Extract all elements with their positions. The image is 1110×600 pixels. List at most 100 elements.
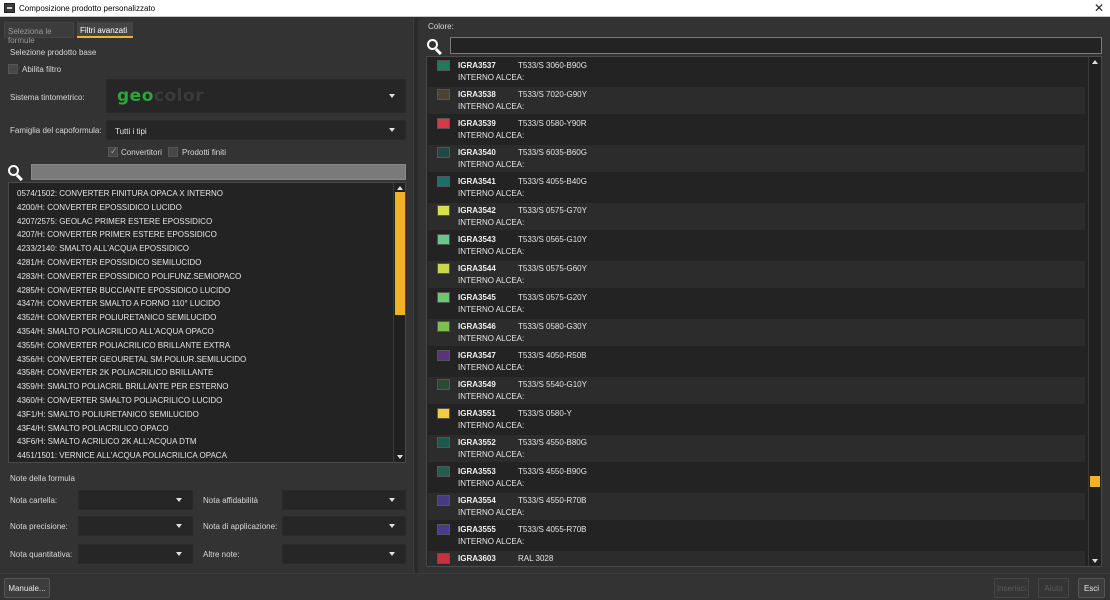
color-swatch — [437, 524, 450, 535]
scroll-up-icon[interactable] — [1092, 60, 1098, 64]
chevron-down-icon — [389, 94, 395, 98]
color-row[interactable]: IGRA3543 T533/S 0565-G10Y INTERNO ALCEA: — [428, 232, 1085, 259]
product-search-input[interactable] — [31, 164, 406, 180]
left-panel: Seleziona le formule Filtri avanzati Sel… — [0, 18, 413, 573]
color-swatch — [437, 437, 450, 448]
list-item[interactable]: 4207/2575: GEOLAC PRIMER ESTERE EPOSSIDI… — [9, 215, 391, 229]
color-description: INTERNO ALCEA: — [458, 247, 525, 256]
color-reference: T533/S 4550-B90G — [518, 467, 587, 476]
scroll-down-icon[interactable] — [397, 455, 403, 459]
scroll-thumb[interactable] — [395, 192, 405, 315]
color-row[interactable]: IGRA3547 T533/S 4050-R50B INTERNO ALCEA: — [428, 348, 1085, 375]
note-other-combo[interactable] — [282, 544, 406, 564]
list-item[interactable]: 4352/H: CONVERTER POLIURETANICO SEMILUCI… — [9, 311, 391, 325]
system-combo[interactable]: geocolor — [106, 79, 406, 113]
tab-advanced-filters[interactable]: Filtri avanzati — [77, 22, 133, 38]
list-item[interactable]: 4347/H: CONVERTER SMALTO A FORNO 110° LU… — [9, 297, 391, 311]
note-precision-combo[interactable] — [78, 516, 193, 536]
list-item[interactable]: 43F1/H: SMALTO POLIURETANICO SEMILUCIDO — [9, 408, 391, 422]
search-icon — [8, 165, 24, 182]
color-swatch — [437, 205, 450, 216]
list-item[interactable]: 4451/1501: VERNICE ALL'ACQUA POLIACRILIC… — [9, 449, 391, 462]
list-item[interactable]: 4207/H: CONVERTER PRIMER ESTERE EPOSSIDI… — [9, 228, 391, 242]
note-application-combo[interactable] — [282, 516, 406, 536]
color-code: IGRA3553 — [458, 467, 496, 476]
color-row[interactable]: IGRA3541 T533/S 4055-B40G INTERNO ALCEA: — [428, 174, 1085, 201]
color-search-input[interactable] — [450, 37, 1102, 54]
note-precision-label: Nota precisione: — [10, 522, 68, 531]
close-icon[interactable]: ✕ — [1094, 1, 1104, 15]
note-folder-combo[interactable] — [78, 490, 193, 510]
scroll-down-icon[interactable] — [1092, 559, 1098, 563]
color-description: INTERNO ALCEA: — [458, 305, 525, 314]
list-item[interactable]: 4354/H: SMALTO POLIACRILICO ALL'ACQUA OP… — [9, 325, 391, 339]
list-item[interactable]: 4356/H: CONVERTER GEOURETAL SM.POLIUR.SE… — [9, 353, 391, 367]
window-titlebar: Composizione prodotto personalizzato ✕ — [0, 0, 1110, 17]
product-list-scrollbar[interactable] — [393, 183, 405, 462]
color-description: INTERNO ALCEA: — [458, 421, 525, 430]
color-row[interactable]: IGRA3552 T533/S 4550-B80G INTERNO ALCEA: — [428, 435, 1085, 462]
color-list: IGRA3537 T533/S 3060-B90G INTERNO ALCEA: IG… — [426, 56, 1102, 567]
color-row[interactable]: IGRA3546 T533/S 0580-G30Y INTERNO ALCEA: — [428, 319, 1085, 346]
list-item[interactable]: 4285/H: CONVERTER BUCCIANTE EPOSSIDICO L… — [9, 284, 391, 298]
list-item[interactable]: 4360/H: CONVERTER SMALTO POLIACRILICO LU… — [9, 394, 391, 408]
color-row[interactable]: IGRA3537 T533/S 3060-B90G INTERNO ALCEA: — [428, 58, 1085, 85]
chevron-down-icon — [176, 498, 182, 502]
color-row[interactable]: IGRA3554 T533/S 4550-R70B INTERNO ALCEA: — [428, 493, 1085, 520]
color-code: IGRA3538 — [458, 90, 496, 99]
color-row[interactable]: IGRA3549 T533/S 5540-G10Y INTERNO ALCEA: — [428, 377, 1085, 404]
insert-button[interactable]: Inserisci — [994, 578, 1029, 598]
enable-filter-checkbox[interactable] — [8, 64, 18, 74]
list-item[interactable]: 43F6/H: SMALTO ACRILICO 2K ALL'ACQUA DTM — [9, 435, 391, 449]
right-panel: Colore: IGRA3537 T533/S 3060-B90G INTERNO … — [418, 18, 1110, 573]
color-row[interactable]: IGRA3551 T533/S 0580-Y INTERNO ALCEA: — [428, 406, 1085, 433]
list-item[interactable]: 4233/2140: SMALTO ALL'ACQUA EPOSSIDICO — [9, 242, 391, 256]
list-item[interactable]: 43F4/H: SMALTO POLIACRILICO OPACO — [9, 422, 391, 436]
color-row[interactable]: IGRA3539 T533/S 0580-Y90R INTERNO ALCEA: — [428, 116, 1085, 143]
color-reference: T533/S 4050-R50B — [518, 351, 587, 360]
color-reference: T533/S 4055-R70B — [518, 525, 587, 534]
color-swatch — [437, 350, 450, 361]
color-row[interactable]: IGRA3542 T533/S 0575-G70Y INTERNO ALCEA: — [428, 203, 1085, 230]
list-item[interactable]: 4355/H: CONVERTER POLIACRILICO BRILLANTE… — [9, 339, 391, 353]
color-row[interactable]: IGRA3544 T533/S 0575-G60Y INTERNO ALCEA: — [428, 261, 1085, 288]
note-reliability-combo[interactable] — [282, 490, 406, 510]
color-row[interactable]: IGRA3555 T533/S 4055-R70B INTERNO ALCEA: — [428, 522, 1085, 549]
list-item[interactable]: 4283/H: CONVERTER EPOSSIDICO POLIFUNZ.SE… — [9, 270, 391, 284]
color-row[interactable]: IGRA3540 T533/S 6035-B60G INTERNO ALCEA: — [428, 145, 1085, 172]
chevron-down-icon — [176, 552, 182, 556]
scroll-thumb[interactable] — [1090, 476, 1100, 487]
color-list-scrollbar[interactable] — [1088, 57, 1101, 566]
color-reference: T533/S 5540-G10Y — [518, 380, 587, 389]
list-item[interactable]: 4200/H: CONVERTER EPOSSIDICO LUCIDO — [9, 201, 391, 215]
color-code: IGRA3549 — [458, 380, 496, 389]
color-description: INTERNO ALCEA: — [458, 334, 525, 343]
color-row[interactable]: IGRA3553 T533/S 4550-B90G INTERNO ALCEA: — [428, 464, 1085, 491]
color-row[interactable]: IGRA3545 T533/S 0575-G20Y INTERNO ALCEA: — [428, 290, 1085, 317]
color-description: INTERNO ALCEA: — [458, 363, 525, 372]
converters-checkbox[interactable] — [108, 146, 118, 157]
scroll-up-icon[interactable] — [397, 186, 403, 190]
color-description: INTERNO ALCEA: — [458, 276, 525, 285]
color-description: INTERNO ALCEA: — [458, 566, 524, 567]
list-item[interactable]: 4281/H: CONVERTER EPOSSIDICO SEMILUCIDO — [9, 256, 391, 270]
note-reliability-label: Nota affidabilità — [203, 496, 258, 505]
color-row[interactable]: IGRA3538 T533/S 7020-G90Y INTERNO ALCEA: — [428, 87, 1085, 114]
finished-products-checkbox[interactable] — [168, 147, 178, 157]
color-code: IGRA3543 — [458, 235, 496, 244]
list-item[interactable]: 4358/H: CONVERTER 2K POLIACRILICO BRILLA… — [9, 366, 391, 380]
color-row[interactable]: IGRA3603 RAL 3028 INTERNO ALCEA: — [428, 551, 1085, 567]
color-reference: T533/S 4550-R70B — [518, 496, 587, 505]
color-swatch — [437, 321, 450, 332]
list-item[interactable]: 0574/1502: CONVERTER FINITURA OPACA X IN… — [9, 187, 391, 201]
list-item[interactable]: 4359/H: SMALTO POLIACRIL BRILLANTE PER E… — [9, 380, 391, 394]
exit-button[interactable]: Esci — [1078, 578, 1105, 598]
help-button[interactable]: Aiuto — [1038, 578, 1069, 598]
color-description: INTERNO ALCEA: — [458, 189, 525, 198]
tab-select-formulas[interactable]: Seleziona le formule — [4, 22, 74, 45]
note-quantity-combo[interactable] — [78, 544, 193, 564]
family-combo[interactable]: Tutti i tipi — [106, 120, 406, 140]
color-description: INTERNO ALCEA: — [458, 73, 525, 82]
color-description: INTERNO ALCEA: — [458, 131, 525, 140]
manual-button[interactable]: Manuale... — [4, 578, 50, 598]
